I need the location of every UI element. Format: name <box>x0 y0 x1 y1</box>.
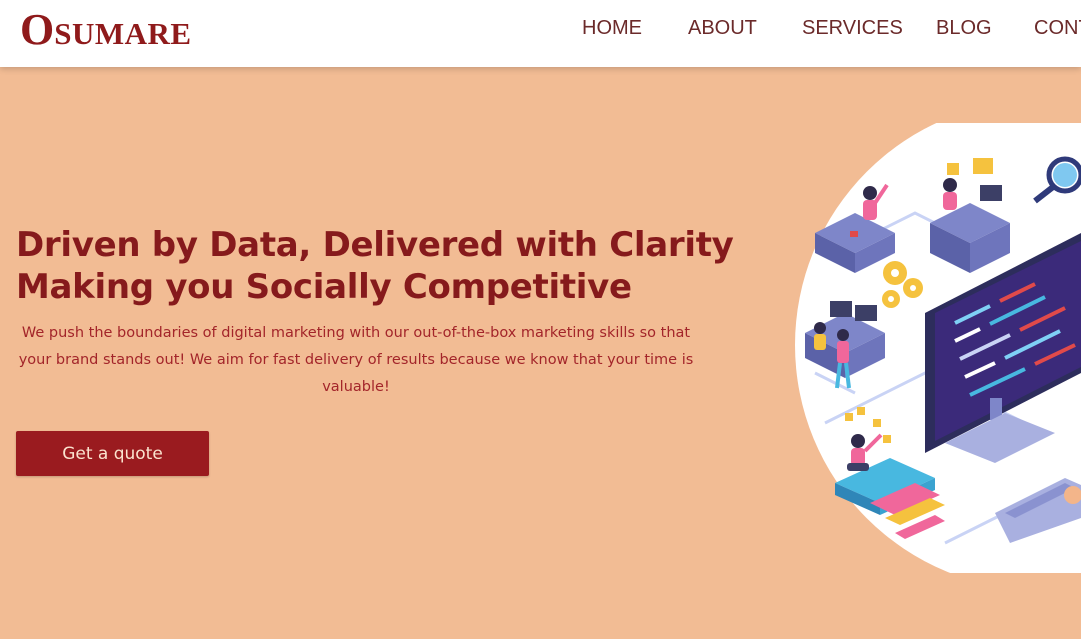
main-nav: HOME ABOUT SERVICES BLOG CONT <box>0 17 1081 47</box>
nav-services-link[interactable]: SERVICES <box>802 17 903 40</box>
nav-contact-link[interactable]: CONT <box>1034 17 1081 40</box>
nav-home-link[interactable]: HOME <box>582 17 642 40</box>
nav-blog-link[interactable]: BLOG <box>936 17 992 40</box>
get-a-quote-button[interactable]: Get a quote <box>16 431 209 476</box>
digital-workspace-illustration-icon <box>795 123 1081 573</box>
hero-description: We push the boundaries of digital market… <box>18 325 694 395</box>
navbar: OSUMARE HOME ABOUT SERVICES BLOG CONT <box>0 0 1081 67</box>
hero-title-line-2: Making you Socially Competitive <box>16 267 632 307</box>
hero-title-line-1: Driven by Data, Delivered with Clarity <box>16 225 734 265</box>
nav-about-link[interactable]: ABOUT <box>688 17 757 40</box>
hero-title: Driven by Data, Delivered with Clarity M… <box>16 224 756 308</box>
